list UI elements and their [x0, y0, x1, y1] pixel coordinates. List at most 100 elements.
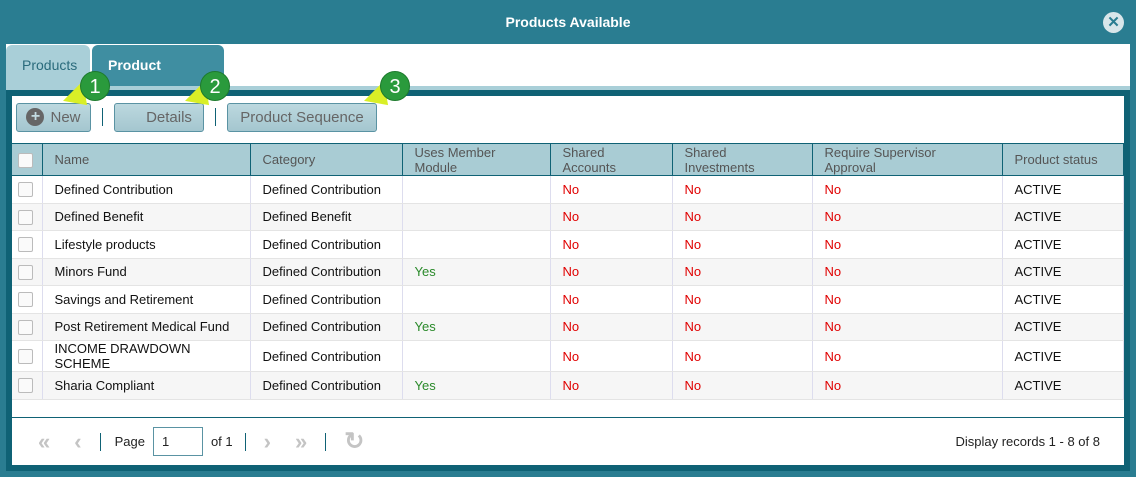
page-count: of 1: [210, 434, 233, 449]
table-row[interactable]: Lifestyle products Defined Contribution No…: [12, 230, 1124, 259]
cell-name: Post Retirement Medical Fund: [42, 313, 251, 341]
cell-category: Defined Contribution: [250, 313, 403, 341]
cell-require-supervisor-approval: No: [812, 285, 1003, 314]
row-checkbox[interactable]: [12, 371, 43, 400]
cell-shared-accounts: No: [550, 258, 673, 286]
callout-badge-1: 1: [80, 71, 110, 101]
cell-shared-investments: No: [672, 175, 813, 204]
cell-shared-investments: No: [672, 371, 813, 400]
tab-products[interactable]: Products: [6, 45, 90, 86]
cell-name: Sharia Compliant: [42, 371, 251, 400]
col-uses-member-module[interactable]: Uses Member Module: [402, 143, 551, 176]
cell-require-supervisor-approval: No: [812, 175, 1003, 204]
cell-shared-accounts: No: [550, 285, 673, 314]
cell-require-supervisor-approval: No: [812, 230, 1003, 259]
dialog-title: Products Available: [505, 14, 631, 30]
cell-shared-investments: No: [672, 230, 813, 259]
row-checkbox[interactable]: [12, 203, 43, 231]
divider: [244, 432, 246, 451]
cell-shared-accounts: No: [550, 340, 673, 372]
cell-product-status: ACTIVE: [1002, 258, 1124, 286]
cell-name: Savings and Retirement: [42, 285, 251, 314]
row-checkbox[interactable]: [12, 285, 43, 314]
divider: [215, 108, 216, 126]
display-records: Display records 1 - 8 of 8: [955, 434, 1100, 449]
cell-shared-investments: No: [672, 340, 813, 372]
col-product-status[interactable]: Product status: [1002, 143, 1124, 176]
row-checkbox[interactable]: [12, 230, 43, 259]
pagination: « ‹ Page 1 of 1 › » ↻ Display records 1 …: [12, 417, 1124, 465]
table-row[interactable]: Post Retirement Medical Fund Defined Cont…: [12, 313, 1124, 341]
cell-shared-accounts: No: [550, 203, 673, 231]
table-row[interactable]: INCOME DRAWDOWN SCHEME Defined Contributi…: [12, 340, 1124, 372]
content-frame: + New Details Product Sequence Name Categ…: [6, 86, 1130, 471]
col-category[interactable]: Category: [250, 143, 403, 176]
refresh-icon[interactable]: ↻: [344, 427, 364, 456]
cell-uses-member-module: [402, 175, 551, 204]
cell-require-supervisor-approval: No: [812, 340, 1003, 372]
cell-category: Defined Contribution: [250, 175, 403, 204]
cell-require-supervisor-approval: No: [812, 313, 1003, 341]
last-page-icon[interactable]: »: [295, 429, 307, 455]
row-checkbox[interactable]: [12, 313, 43, 341]
divider: [325, 432, 327, 451]
col-shared-investments[interactable]: Shared Investments: [672, 143, 813, 176]
divider: [102, 108, 103, 126]
plus-icon: +: [26, 108, 45, 126]
cell-uses-member-module: [402, 285, 551, 314]
cell-category: Defined Contribution: [250, 340, 403, 372]
row-checkbox[interactable]: [12, 175, 43, 204]
cell-require-supervisor-approval: No: [812, 371, 1003, 400]
col-require-supervisor-approval[interactable]: Require Supervisor Approval: [812, 143, 1003, 176]
table-row[interactable]: Sharia Compliant Defined Contribution Yes N…: [12, 371, 1124, 400]
cell-uses-member-module: [402, 203, 551, 231]
row-checkbox[interactable]: [12, 258, 43, 286]
cell-product-status: ACTIVE: [1002, 340, 1124, 372]
first-page-icon[interactable]: «: [38, 429, 50, 455]
cell-shared-accounts: No: [550, 175, 673, 204]
cell-shared-investments: No: [672, 285, 813, 314]
cell-uses-member-module: Yes: [402, 371, 551, 400]
cell-product-status: ACTIVE: [1002, 230, 1124, 259]
table-row[interactable]: Savings and Retirement Defined Contributi…: [12, 285, 1124, 314]
cell-require-supervisor-approval: No: [812, 258, 1003, 286]
product-sequence-button[interactable]: Product Sequence: [227, 102, 377, 132]
table-row[interactable]: Minors Fund Defined Contribution Yes No No No…: [12, 258, 1124, 286]
cell-require-supervisor-approval: No: [812, 203, 1003, 231]
page-input[interactable]: 1: [152, 427, 203, 456]
cell-shared-investments: No: [672, 203, 813, 231]
cell-name: INCOME DRAWDOWN SCHEME: [42, 340, 251, 372]
cell-shared-accounts: No: [550, 371, 673, 400]
cell-uses-member-module: [402, 340, 551, 372]
table-row[interactable]: Defined Contribution Defined Contribution…: [12, 175, 1124, 204]
cell-category: Defined Benefit: [250, 203, 403, 231]
cell-product-status: ACTIVE: [1002, 175, 1124, 204]
cell-uses-member-module: [402, 230, 551, 259]
cell-product-status: ACTIVE: [1002, 313, 1124, 341]
col-name[interactable]: Name: [42, 143, 251, 176]
row-checkbox[interactable]: [12, 340, 43, 372]
cell-name: Lifestyle products: [42, 230, 251, 259]
callout-badge-3: 3: [380, 71, 410, 101]
col-shared-accounts[interactable]: Shared Accounts: [550, 143, 673, 176]
cell-product-status: ACTIVE: [1002, 371, 1124, 400]
select-all-checkbox[interactable]: [12, 143, 43, 176]
products-table: Name Category Uses Member Module Shared …: [12, 143, 1124, 400]
tab-strip: Products Product category: [6, 44, 1130, 113]
table-row[interactable]: Defined Benefit Defined Benefit No No No ACTI…: [12, 203, 1124, 231]
cell-category: Defined Contribution: [250, 285, 403, 314]
cell-uses-member-module: Yes: [402, 258, 551, 286]
prev-page-icon[interactable]: ‹: [74, 429, 81, 455]
cell-shared-accounts: No: [550, 230, 673, 259]
cell-category: Defined Contribution: [250, 258, 403, 286]
cell-shared-accounts: No: [550, 313, 673, 341]
page-label: Page: [114, 434, 145, 449]
cell-uses-member-module: Yes: [402, 313, 551, 341]
close-icon[interactable]: ✕: [1103, 12, 1124, 33]
cell-product-status: ACTIVE: [1002, 203, 1124, 231]
header-row: Name Category Uses Member Module Shared …: [12, 143, 1124, 176]
next-page-icon[interactable]: ›: [264, 429, 271, 455]
cell-category: Defined Contribution: [250, 371, 403, 400]
cell-name: Minors Fund: [42, 258, 251, 286]
divider: [99, 432, 101, 451]
